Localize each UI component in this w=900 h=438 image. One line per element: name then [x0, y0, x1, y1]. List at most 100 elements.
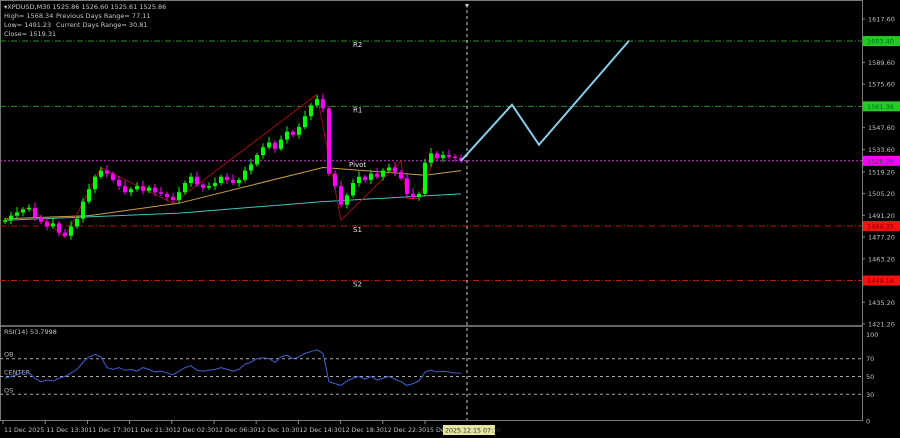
rsi-tick-label: 30 — [866, 391, 874, 399]
candle-body — [429, 153, 433, 163]
candle-body — [39, 217, 43, 222]
candle-body — [3, 220, 7, 222]
candle-body — [33, 207, 37, 218]
rsi-level-label: OS — [4, 386, 13, 394]
current-days-range: Current Days Range= 30.81 — [56, 21, 148, 29]
candle-body — [9, 215, 13, 221]
time-tick-label: 11 Dec 21:30 — [131, 427, 173, 434]
level-label-s1: S1 — [353, 226, 362, 234]
price-tick-label: 1547.60 — [868, 124, 895, 132]
time-tick-label: 11 Dec 17:30 — [88, 427, 130, 434]
symbol-line: XPDUSD,M30 1525.86 1526.60 1525.61 1525.… — [7, 3, 167, 11]
time-tick-label: 12 Dec 06:30 — [215, 427, 257, 434]
price-tick-label: 1421.20 — [868, 321, 895, 329]
level-price-tag-text: 1561.36 — [867, 103, 894, 111]
level-price-tag-text: 1526.29 — [867, 157, 894, 165]
candle-body — [159, 192, 163, 194]
time-tick-label: 12 Dec 14:30 — [299, 427, 341, 434]
candle-body — [135, 186, 139, 190]
candle-body — [105, 170, 109, 174]
chart-frame — [0, 0, 863, 421]
rsi-tick-label: 100 — [866, 331, 878, 339]
rsi-tick-label: 70 — [866, 355, 874, 363]
price-tick-label: 1519.20 — [868, 168, 895, 176]
candle-body — [387, 167, 391, 171]
candle-body — [267, 142, 271, 148]
candle-body — [411, 193, 415, 197]
candle-body — [357, 176, 361, 183]
candle-body — [117, 179, 121, 187]
candle-body — [309, 105, 313, 117]
candle-body — [345, 195, 349, 205]
time-tick-label: 11 Dec 13:30 — [46, 427, 88, 434]
candle-body — [333, 173, 337, 187]
candle-body — [225, 176, 229, 180]
candle-body — [99, 170, 103, 177]
candle-body — [297, 127, 301, 135]
price-tick-label: 1435.20 — [868, 299, 895, 307]
level-price-tag-text: 1484.35 — [867, 222, 894, 230]
candle-body — [237, 179, 241, 183]
level-price-tag-text: 1603.40 — [867, 38, 894, 46]
candle-body — [153, 187, 157, 193]
previous-days-range: Previous Days Range= 77.11 — [56, 12, 151, 20]
chart-shift-arrow-icon[interactable] — [465, 4, 469, 8]
time-cursor-tag-text: 2025.12.15 07:30 — [445, 428, 501, 435]
candle-body — [111, 173, 115, 180]
candle-body — [273, 142, 277, 149]
candle-body — [165, 193, 169, 197]
candle-body — [189, 176, 193, 183]
candle-body — [417, 193, 421, 197]
price-tick-label: 1491.20 — [868, 212, 895, 220]
candle-body — [69, 226, 73, 236]
price-tick-label: 1575.60 — [868, 81, 895, 89]
candle-body — [369, 173, 373, 180]
candle-body — [81, 201, 85, 219]
candle-body — [261, 147, 265, 156]
candle-body — [21, 209, 25, 213]
candle-body — [171, 196, 175, 201]
candle-body — [75, 218, 79, 227]
price-tick-label: 1477.20 — [868, 234, 895, 242]
time-tick-label: 11 Dec 2025 — [4, 427, 44, 434]
candle-body — [351, 182, 355, 196]
rsi-level-label: OB — [4, 351, 14, 359]
price-tick-label: 1589.60 — [868, 59, 895, 67]
price-tick-label: 1505.20 — [868, 190, 895, 198]
candle-body — [447, 155, 451, 157]
candle-body — [219, 176, 223, 183]
time-tick-label: 12 Dec 02:30 — [173, 427, 215, 434]
candle-body — [423, 162, 427, 194]
candle-body — [315, 99, 319, 106]
candle-body — [213, 182, 217, 187]
candle-body — [405, 178, 409, 194]
candle-body — [15, 212, 19, 216]
candle-body — [195, 176, 199, 185]
candle-body — [279, 139, 283, 149]
candle-body — [207, 186, 211, 188]
level-price-tag-text: 1449.18 — [867, 277, 894, 285]
rsi-tick-label: 0 — [866, 418, 870, 426]
candle-body — [255, 155, 259, 165]
time-tick-label: 12 Dec 18:30 — [342, 427, 384, 434]
candle-body — [243, 170, 247, 180]
rsi-title: RSI(14) 53.7998 — [4, 328, 57, 336]
level-label-r1: R1 — [353, 106, 362, 114]
price-tick-label: 1617.60 — [868, 16, 895, 24]
rsi-tick-label: 50 — [866, 373, 874, 381]
price-tick-label: 1533.60 — [868, 146, 895, 154]
candle-body — [201, 184, 205, 188]
candle-body — [363, 176, 367, 180]
candle-body — [177, 192, 181, 201]
candle-body — [231, 179, 235, 183]
candle-body — [63, 232, 67, 236]
time-tick-label: 12 Dec 22:30 — [384, 427, 426, 434]
candle-body — [375, 173, 379, 177]
price-chart[interactable]: 1617.60 1589.60 1575.60 1547.60 1533.60 1519.… — [0, 0, 900, 438]
price-tick-label: 1463.20 — [868, 255, 895, 263]
candle-body — [93, 176, 97, 190]
level-label-s2: S2 — [353, 281, 362, 289]
candle-body — [249, 164, 253, 171]
candle-body — [141, 186, 145, 191]
candle-body — [291, 131, 295, 135]
